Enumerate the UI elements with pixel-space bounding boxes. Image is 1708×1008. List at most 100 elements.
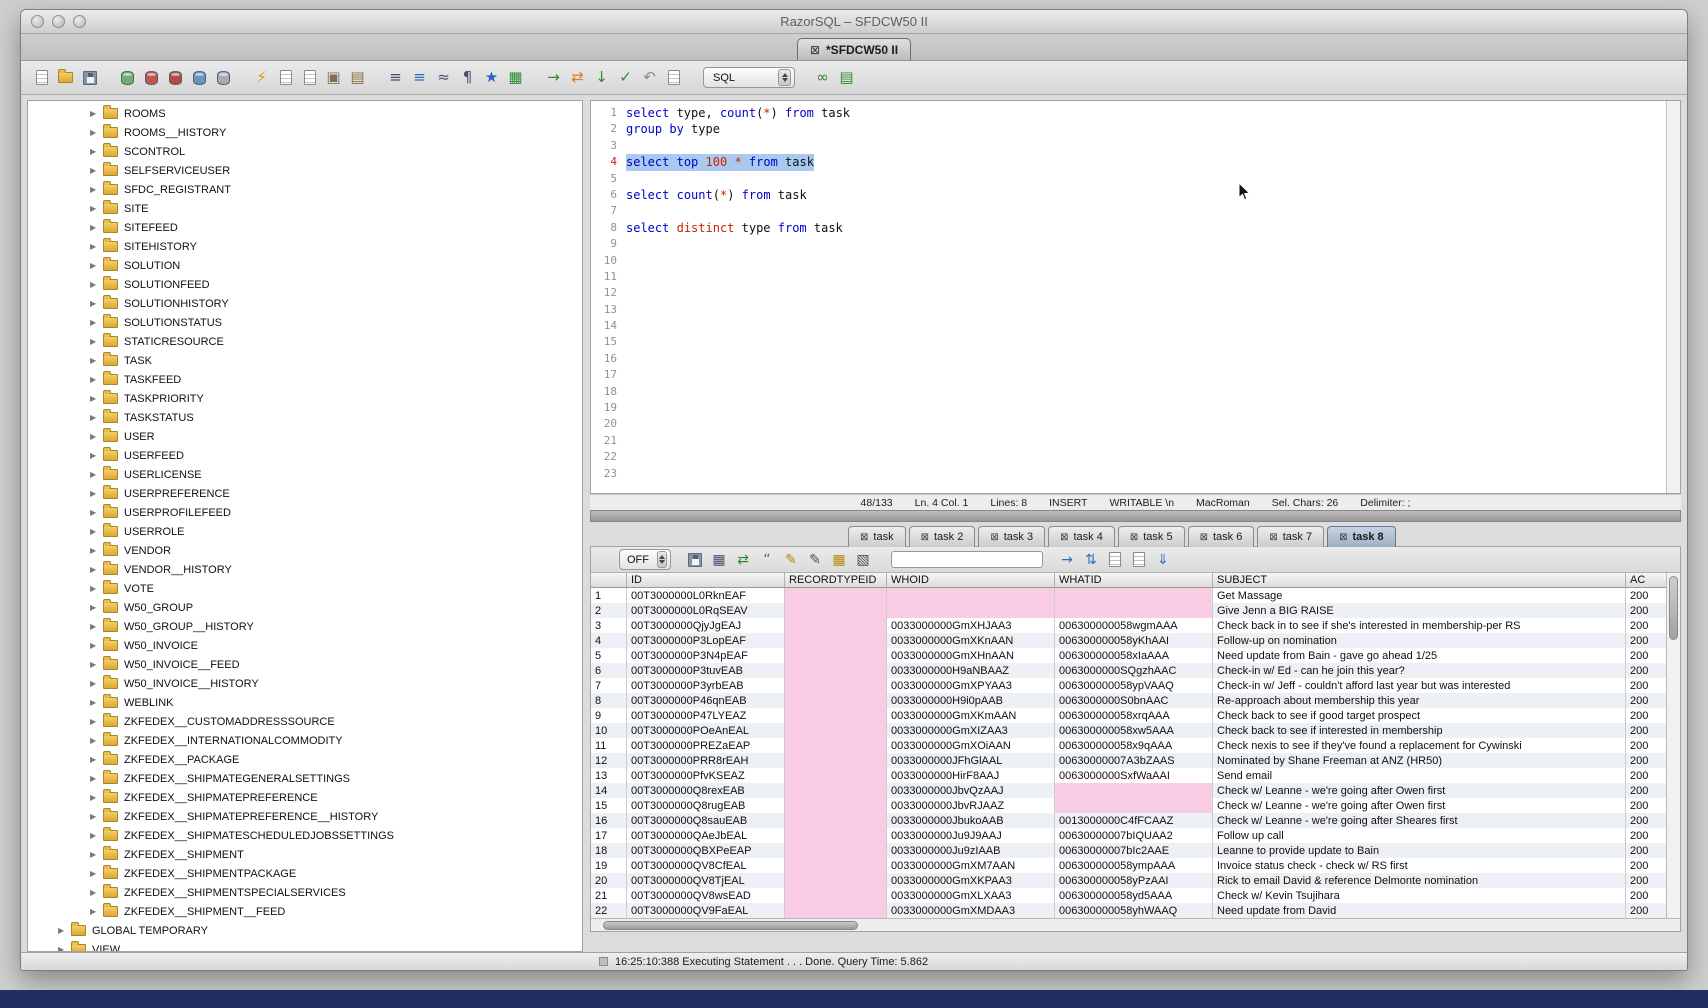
table-row[interactable]: 1100T3000000PREZaEAP0033000000GmXOiAAN00…	[591, 738, 1666, 753]
expander-icon[interactable]: ▶	[90, 755, 103, 764]
table-row[interactable]: 1700T3000000QAeJbEAL0033000000Ju9J9AAJ00…	[591, 828, 1666, 843]
editor-horizontal-scrollbar[interactable]	[590, 510, 1681, 522]
word-wrap-icon[interactable]: ≈	[433, 67, 454, 88]
save-icon[interactable]	[79, 67, 100, 88]
result-tab-task-6[interactable]: ⊠task 6	[1188, 526, 1255, 547]
find-next-icon[interactable]: →	[1057, 550, 1077, 570]
database-object-tree[interactable]: ▶ROOMS▶ROOMS__HISTORY▶SCONTROL▶SELFSERVI…	[27, 100, 583, 952]
result-tab-task-2[interactable]: ⊠task 2	[909, 526, 976, 547]
results-horizontal-scrollbar[interactable]	[591, 918, 1680, 931]
tree-item-staticresource[interactable]: ▶STATICRESOURCE	[28, 332, 582, 351]
expander-icon[interactable]: ▶	[90, 888, 103, 897]
results-vertical-scrollbar[interactable]	[1666, 573, 1680, 918]
close-tab-icon[interactable]: ⊠	[1130, 532, 1138, 543]
edit-cell-icon[interactable]: ✎	[781, 550, 801, 570]
connect-icon[interactable]	[117, 67, 138, 88]
column-header-whoid[interactable]: WHOID	[887, 573, 1055, 587]
expander-icon[interactable]: ▶	[90, 679, 103, 688]
export-page-icon[interactable]	[1105, 550, 1125, 570]
tree-item-vendor-history[interactable]: ▶VENDOR__HISTORY	[28, 560, 582, 579]
tree-item-zkfedex-shipmategeneralsettings[interactable]: ▶ZKFEDEX__SHIPMATEGENERALSETTINGS	[28, 769, 582, 788]
column-header-ac[interactable]: AC	[1626, 573, 1666, 587]
expander-icon[interactable]: ▶	[90, 907, 103, 916]
tree-item-solutionfeed[interactable]: ▶SOLUTIONFEED	[28, 275, 582, 294]
execute-sql-icon[interactable]: ⚡	[251, 67, 272, 88]
tree-item-view[interactable]: ▶VIEW	[28, 940, 582, 952]
copy-quoted-icon[interactable]: “	[757, 550, 777, 570]
fetch-icon[interactable]: ↓	[591, 67, 612, 88]
tree-item-w50-group-history[interactable]: ▶W50_GROUP__HISTORY	[28, 617, 582, 636]
go-icon[interactable]: →	[543, 67, 564, 88]
tree-item-zkfedex-shipmatepreference-history[interactable]: ▶ZKFEDEX__SHIPMATEPREFERENCE__HISTORY	[28, 807, 582, 826]
expander-icon[interactable]: ▶	[90, 109, 103, 118]
expander-icon[interactable]: ▶	[90, 508, 103, 517]
tree-item-userprofilefeed[interactable]: ▶USERPROFILEFEED	[28, 503, 582, 522]
expander-icon[interactable]: ▶	[90, 261, 103, 270]
table-row[interactable]: 800T3000000P46qnEAB0033000000H9i0pAAB006…	[591, 693, 1666, 708]
tree-item-task[interactable]: ▶TASK	[28, 351, 582, 370]
table-row[interactable]: 1400T3000000Q8rexEAB0033000000JbvQzAAJCh…	[591, 783, 1666, 798]
expander-icon[interactable]: ▶	[90, 413, 103, 422]
expander-icon[interactable]: ▶	[90, 147, 103, 156]
row-limit-select[interactable]: OFF	[619, 549, 671, 570]
tree-item-w50-invoice[interactable]: ▶W50_INVOICE	[28, 636, 582, 655]
fetch-more-icon[interactable]: ⇓	[1153, 550, 1173, 570]
expander-icon[interactable]: ▶	[58, 926, 71, 935]
favorites-icon[interactable]: ★	[481, 67, 502, 88]
tab-sfdcw50[interactable]: ⊠ *SFDCW50 II	[797, 38, 911, 60]
disconnect-icon[interactable]	[141, 67, 162, 88]
expander-icon[interactable]: ▶	[90, 698, 103, 707]
tree-item-userpreference[interactable]: ▶USERPREFERENCE	[28, 484, 582, 503]
editor-vertical-scrollbar[interactable]	[1666, 101, 1680, 493]
tree-item-weblink[interactable]: ▶WEBLINK	[28, 693, 582, 712]
tree-item-selfserviceuser[interactable]: ▶SELFSERVICEUSER	[28, 161, 582, 180]
expander-icon[interactable]: ▶	[90, 584, 103, 593]
table-row[interactable]: 700T3000000P3yrbEAB0033000000GmXPYAA3006…	[591, 678, 1666, 693]
expander-icon[interactable]: ▶	[90, 603, 103, 612]
table-row[interactable]: 900T3000000P47LYEAZ0033000000GmXKmAAN006…	[591, 708, 1666, 723]
expander-icon[interactable]: ▶	[90, 565, 103, 574]
expander-icon[interactable]: ▶	[90, 204, 103, 213]
tree-item-sfdc-registrant[interactable]: ▶SFDC_REGISTRANT	[28, 180, 582, 199]
tree-item-sitefeed[interactable]: ▶SITEFEED	[28, 218, 582, 237]
tree-item-rooms[interactable]: ▶ROOMS	[28, 104, 582, 123]
list-icon[interactable]: ≡	[385, 67, 406, 88]
results-search-input[interactable]	[891, 551, 1043, 568]
tree-item-userfeed[interactable]: ▶USERFEED	[28, 446, 582, 465]
close-window-button[interactable]	[31, 15, 44, 28]
expander-icon[interactable]: ▶	[90, 318, 103, 327]
tree-item-zkfedex-internationalcommodity[interactable]: ▶ZKFEDEX__INTERNATIONALCOMMODITY	[28, 731, 582, 750]
result-tab-task-3[interactable]: ⊠task 3	[978, 526, 1045, 547]
expander-icon[interactable]: ▶	[90, 717, 103, 726]
tree-item-scontrol[interactable]: ▶SCONTROL	[28, 142, 582, 161]
column-header-recordtypeid[interactable]: RECORDTYPEID	[785, 573, 887, 587]
close-tab-icon[interactable]: ⊠	[1269, 532, 1277, 543]
tree-item-w50-invoice-history[interactable]: ▶W50_INVOICE__HISTORY	[28, 674, 582, 693]
export-results-icon[interactable]: ▦	[709, 550, 729, 570]
tree-item-taskstatus[interactable]: ▶TASKSTATUS	[28, 408, 582, 427]
expander-icon[interactable]: ▶	[90, 622, 103, 631]
tree-item-site[interactable]: ▶SITE	[28, 199, 582, 218]
table-row[interactable]: 2100T3000000QV8wsEAD0033000000GmXLXAA300…	[591, 888, 1666, 903]
tree-item-solution[interactable]: ▶SOLUTION	[28, 256, 582, 275]
table-row[interactable]: 400T3000000P3LopEAF0033000000GmXKnAAN006…	[591, 633, 1666, 648]
expander-icon[interactable]: ▶	[90, 280, 103, 289]
tree-item-taskpriority[interactable]: ▶TASKPRIORITY	[28, 389, 582, 408]
tree-item-zkfedex-shipmentpackage[interactable]: ▶ZKFEDEX__SHIPMENTPACKAGE	[28, 864, 582, 883]
expander-icon[interactable]: ▶	[90, 299, 103, 308]
result-tab-task-7[interactable]: ⊠task 7	[1257, 526, 1324, 547]
tree-item-global-temporary[interactable]: ▶GLOBAL TEMPORARY	[28, 921, 582, 940]
database-browser-icon[interactable]	[213, 67, 234, 88]
expander-icon[interactable]: ▶	[58, 945, 71, 952]
expander-icon[interactable]: ▶	[90, 736, 103, 745]
reexecute-query-icon[interactable]: ⇄	[733, 550, 753, 570]
table-row[interactable]: 1300T3000000PfvKSEAZ0033000000HirF8AAJ00…	[591, 768, 1666, 783]
vertical-scroll-thumb[interactable]	[1669, 576, 1678, 640]
history-icon[interactable]	[663, 67, 684, 88]
result-list-icon[interactable]: ▤	[836, 67, 857, 88]
close-tab-icon[interactable]: ⊠	[810, 43, 820, 57]
tree-item-zkfedex-shipmatescheduledjobssettings[interactable]: ▶ZKFEDEX__SHIPMATESCHEDULEDJOBSSETTINGS	[28, 826, 582, 845]
table-row[interactable]: 1900T3000000QV8CfEAL0033000000GmXM7AAN00…	[591, 858, 1666, 873]
expander-icon[interactable]: ▶	[90, 185, 103, 194]
search-results-icon[interactable]: ▧	[853, 550, 873, 570]
